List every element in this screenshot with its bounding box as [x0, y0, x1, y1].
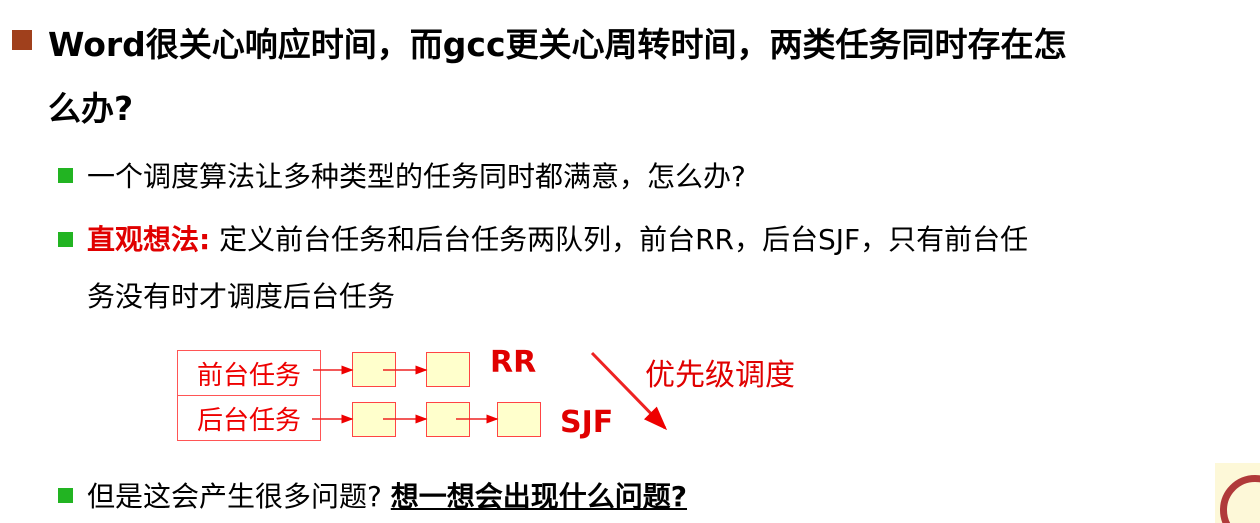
- sub-bullet-3: 但是这会产生很多问题? 想一想会出现什么问题?: [87, 475, 687, 515]
- think-link: 想一想会出现什么问题?: [390, 480, 688, 513]
- priority-label: 优先级调度: [645, 358, 795, 393]
- logo-icon: [1215, 463, 1260, 523]
- sjf-label: SJF: [560, 405, 614, 440]
- sub-bullet-icon: [58, 488, 73, 503]
- diagram-arrows: [312, 351, 668, 431]
- rr-label: RR: [490, 345, 537, 380]
- problem-text: 但是这会产生很多问题?: [87, 480, 391, 513]
